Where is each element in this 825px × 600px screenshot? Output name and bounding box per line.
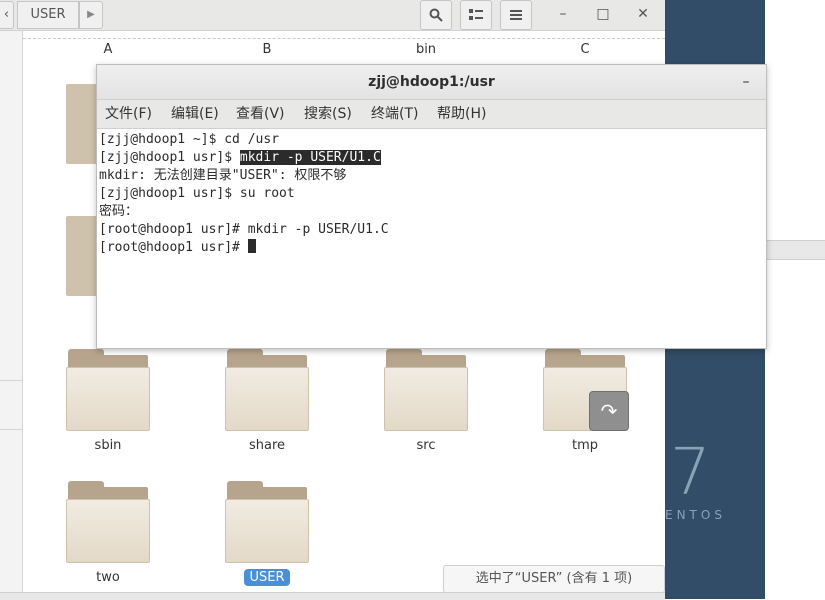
maximize-button[interactable]: □ — [592, 0, 614, 28]
sidebar-divider — [0, 380, 22, 381]
folder-label-bin[interactable]: bin — [386, 42, 466, 57]
terminal-line: 密码： — [99, 204, 139, 219]
menu-help[interactable]: 帮助(H) — [437, 100, 486, 128]
desktop-panel — [765, 0, 825, 599]
folder-name-user-selected[interactable]: USER — [217, 569, 317, 586]
terminal-line: [zjj@hdoop1 usr]$ mkdir -p USER/U1.C — [99, 150, 381, 165]
menu-terminal[interactable]: 终端(T) — [371, 100, 418, 128]
folder-name-sbin[interactable]: sbin — [58, 438, 158, 453]
folder-icon[interactable] — [225, 349, 309, 431]
terminal-selection: mkdir -p USER/U1.C — [239, 150, 381, 165]
desktop-panel-divider — [766, 240, 825, 260]
terminal-cursor — [247, 239, 256, 253]
folder-icon[interactable] — [66, 84, 98, 164]
centos-logo-text: ENTOS — [665, 508, 726, 522]
folder-name-two[interactable]: two — [58, 570, 158, 585]
search-button[interactable] — [420, 0, 452, 30]
view-toggle-button[interactable] — [460, 0, 492, 30]
list-view-icon — [469, 9, 483, 20]
folder-icon[interactable] — [384, 349, 468, 431]
terminal-output[interactable]: [zjj@hdoop1 ~]$ cd /usr [zjj@hdoop1 usr]… — [99, 131, 763, 345]
folder-name-tmp[interactable]: tmp — [535, 438, 635, 453]
breadcrumb-next-button[interactable]: ▶ — [79, 1, 103, 29]
sidebar — [0, 31, 23, 599]
folder-icon[interactable] — [66, 349, 150, 431]
terminal-line: mkdir: 无法创建目录"USER": 权限不够 — [99, 168, 347, 183]
restore-icon[interactable]: ↷ — [589, 391, 629, 431]
terminal-minimize-button[interactable]: – — [736, 65, 756, 99]
breadcrumb-prev-button[interactable]: ‹ — [0, 1, 14, 29]
terminal-line: [root@hdoop1 usr]# mkdir -p USER/U1.C — [99, 222, 389, 237]
file-manager-header: ‹ USER ▶ – □ ✕ — [0, 0, 665, 31]
menu-button[interactable] — [500, 0, 532, 30]
selection-status: 选中了“USER” (含有 1 项) — [443, 565, 665, 593]
menu-edit[interactable]: 编辑(E) — [171, 100, 219, 128]
search-icon — [429, 8, 443, 22]
folder-label-c[interactable]: C — [545, 42, 625, 57]
menu-file[interactable]: 文件(F) — [105, 100, 152, 128]
terminal-window[interactable]: zjj@hdoop1:/usr – 文件(F) 编辑(E) 查看(V) 搜索(S… — [96, 64, 767, 349]
folder-label-b[interactable]: B — [227, 42, 307, 57]
terminal-line: [zjj@hdoop1 ~]$ cd /usr — [99, 132, 280, 147]
folder-label-a[interactable]: A — [68, 42, 148, 57]
terminal-line: [zjj@hdoop1 usr]$ su root — [99, 186, 295, 201]
terminal-title: zjj@hdoop1:/usr — [97, 65, 766, 100]
minimize-button[interactable]: – — [552, 0, 574, 28]
folder-name-src[interactable]: src — [376, 438, 476, 453]
folder-icon[interactable] — [66, 216, 98, 296]
folder-icon[interactable] — [66, 481, 150, 563]
sidebar-divider — [0, 429, 22, 430]
folder-icon[interactable] — [225, 481, 309, 563]
terminal-line: [root@hdoop1 usr]# — [99, 239, 256, 257]
centos-logo-number: 7 — [670, 436, 711, 510]
menu-view[interactable]: 查看(V) — [236, 100, 285, 128]
close-button[interactable]: ✕ — [632, 0, 654, 28]
hamburger-icon — [510, 10, 522, 20]
terminal-menubar: 文件(F) 编辑(E) 查看(V) 搜索(S) 终端(T) 帮助(H) — [97, 100, 766, 129]
folder-name-share[interactable]: share — [217, 438, 317, 453]
menu-search[interactable]: 搜索(S) — [304, 100, 352, 128]
breadcrumb-current[interactable]: USER — [17, 1, 79, 29]
folder-name-user-label: USER — [244, 569, 290, 586]
